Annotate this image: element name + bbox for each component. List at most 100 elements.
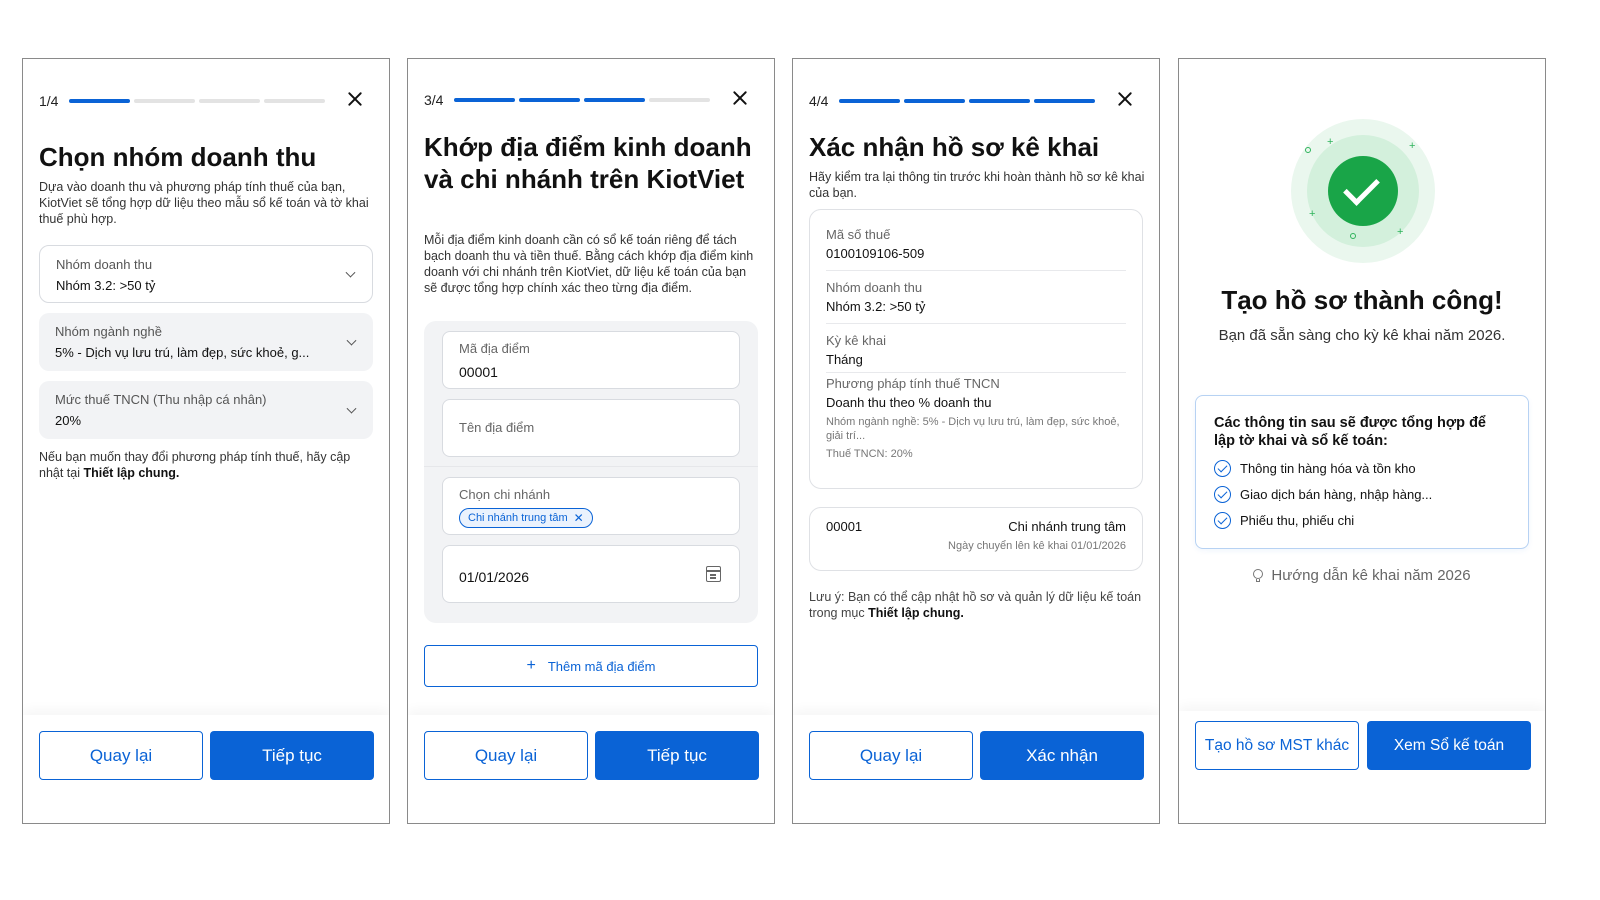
guide-label: Hướng dẫn kê khai năm 2026 — [1271, 567, 1471, 584]
screen-success: + + + + Tạo hồ sơ thành công! Bạn đã sẵn… — [1178, 58, 1546, 824]
row-label: Kỳ kê khai — [826, 333, 886, 348]
checkmark-icon — [1328, 156, 1398, 226]
progress-header: 3/4 — [424, 92, 758, 108]
info-item: Phiếu thu, phiếu chi — [1214, 512, 1510, 529]
field-value: 5% - Dịch vụ lưu trú, làm đẹp, sức khoẻ,… — [55, 345, 310, 360]
progress-bar — [69, 99, 325, 103]
info-item-label: Phiếu thu, phiếu chi — [1240, 513, 1355, 528]
create-other-profile-button[interactable]: Tạo hồ sơ MST khác — [1195, 721, 1359, 770]
row-label: Mã số thuế — [826, 227, 891, 242]
revenue-group-row: Nhóm doanh thu Nhóm 3.2: >50 tỷ — [810, 279, 1142, 317]
row-label: Nhóm doanh thu — [826, 280, 923, 295]
footer-actions: Quay lại Tiếp tục — [408, 715, 774, 823]
progress-bar — [839, 99, 1095, 103]
general-settings-link[interactable]: Thiết lập chung. — [83, 466, 179, 480]
row-value: Tháng — [826, 352, 863, 367]
field-placeholder: Tên địa điểm — [459, 420, 535, 435]
progress-header: 1/4 — [39, 93, 373, 109]
footer-actions: Quay lại Xác nhận — [793, 715, 1159, 823]
info-item: Thông tin hàng hóa và tồn kho — [1214, 460, 1510, 477]
industry-detail: Nhóm ngành nghề: 5% - Dịch vụ lưu trú, l… — [826, 416, 1120, 442]
remove-chip-icon[interactable]: ✕ — [574, 511, 584, 525]
page-title: Khớp địa điểm kinh doanh và chi nhánh tr… — [424, 132, 752, 194]
screen-revenue-group: 1/4 Chọn nhóm doanh thu Dựa vào doanh th… — [22, 58, 390, 824]
profile-summary-card: Mã số thuế 0100109106-509 Nhóm doanh thu… — [809, 209, 1143, 489]
footer-actions: Quay lại Tiếp tục — [23, 715, 389, 823]
field-label: Chọn chi nhánh — [459, 487, 551, 502]
info-item-label: Thông tin hàng hóa và tồn kho — [1240, 461, 1416, 476]
check-circle-icon — [1214, 512, 1231, 529]
lightbulb-icon — [1253, 568, 1264, 583]
info-item: Giao dịch bán hàng, nhập hàng... — [1214, 486, 1510, 503]
tax-detail: Thuế TNCN: 20% — [826, 448, 913, 460]
revenue-group-select[interactable]: Nhóm doanh thu Nhóm 3.2: >50 tỷ — [39, 245, 373, 303]
check-circle-icon — [1214, 460, 1231, 477]
guide-link[interactable]: Hướng dẫn kê khai năm 2026 — [1179, 567, 1545, 584]
step-indicator: 3/4 — [424, 92, 444, 108]
transfer-date: Ngày chuyển lên kê khai 01/01/2026 — [948, 540, 1126, 552]
update-note: Lưu ý: Bạn có thể cập nhật hồ sơ và quản… — [809, 589, 1143, 621]
field-value: 00001 — [459, 364, 498, 380]
chip-label: Chi nhánh trung tâm — [468, 512, 568, 524]
footer-actions: Tạo hồ sơ MST khác Xem Sổ kế toán — [1179, 711, 1545, 823]
tax-method-row: Phương pháp tính thuế TNCN Doanh thu the… — [810, 375, 1142, 461]
field-label: Mã địa điểm — [459, 341, 530, 356]
location-summary-card: 00001 Chi nhánh trung tâm Ngày chuyển lê… — [809, 507, 1143, 571]
page-description: Dựa vào doanh thu và phương pháp tính th… — [39, 180, 369, 226]
row-value: Doanh thu theo % doanh thu — [826, 395, 992, 410]
calendar-icon[interactable] — [706, 566, 721, 582]
page-title: Chọn nhóm doanh thu — [39, 142, 317, 172]
branch-select[interactable]: Chọn chi nhánh Chi nhánh trung tâm ✕ — [442, 477, 740, 535]
add-location-button[interactable]: + Thêm mã địa điểm — [424, 645, 758, 687]
branch-name: Chi nhánh trung tâm — [1008, 519, 1126, 534]
back-button[interactable]: Quay lại — [39, 731, 203, 780]
page-description: Hãy kiểm tra lại thông tin trước khi hoà… — [809, 170, 1145, 200]
close-icon[interactable] — [1115, 89, 1135, 109]
tax-code-row: Mã số thuế 0100109106-509 — [810, 226, 1142, 264]
branch-chip: Chi nhánh trung tâm ✕ — [459, 508, 593, 528]
screen-location-matching: 3/4 Khớp địa điểm kinh doanh và chi nhán… — [407, 58, 775, 824]
continue-button[interactable]: Tiếp tục — [210, 731, 374, 780]
location-name-input[interactable]: Tên địa điểm — [442, 399, 740, 457]
info-heading: Các thông tin sau sẽ được tổng hợp để lậ… — [1214, 415, 1486, 449]
date-input[interactable]: 01/01/2026 — [442, 545, 740, 603]
page-title: Xác nhận hồ sơ kê khai — [809, 132, 1100, 162]
settings-note: Nếu bạn muốn thay đổi phương pháp tính t… — [39, 449, 373, 481]
location-code: 00001 — [826, 519, 863, 534]
continue-button[interactable]: Tiếp tục — [595, 731, 759, 780]
row-value: Nhóm 3.2: >50 tỷ — [826, 299, 926, 314]
aggregation-info-box: Các thông tin sau sẽ được tổng hợp để lậ… — [1195, 395, 1529, 549]
field-label: Mức thuế TNCN (Thu nhập cá nhân) — [55, 392, 267, 407]
step-indicator: 1/4 — [39, 93, 59, 109]
page-description: Mỗi địa điểm kinh doanh cần có sổ kế toá… — [424, 233, 754, 295]
general-settings-link[interactable]: Thiết lập chung. — [868, 606, 964, 620]
progress-bar — [454, 98, 710, 102]
field-value: 01/01/2026 — [459, 569, 530, 585]
back-button[interactable]: Quay lại — [809, 731, 973, 780]
add-location-label: Thêm mã địa điểm — [547, 658, 656, 674]
field-label: Nhóm doanh thu — [56, 257, 153, 272]
screen-confirm-profile: 4/4 Xác nhận hồ sơ kê khai Hãy kiểm tra … — [792, 58, 1160, 824]
plus-icon: + — [526, 657, 536, 674]
back-button[interactable]: Quay lại — [424, 731, 588, 780]
success-title: Tạo hồ sơ thành công! — [1221, 285, 1503, 315]
field-value: 20% — [55, 413, 82, 428]
step-indicator: 4/4 — [809, 93, 829, 109]
divider — [424, 466, 758, 467]
period-row: Kỳ kê khai Tháng — [810, 332, 1142, 370]
info-item-label: Giao dịch bán hàng, nhập hàng... — [1240, 487, 1433, 502]
pit-rate-select[interactable]: Mức thuế TNCN (Thu nhập cá nhân) 20% — [39, 381, 373, 439]
check-circle-icon — [1214, 486, 1231, 503]
row-label: Phương pháp tính thuế TNCN — [826, 376, 1000, 391]
location-code-input[interactable]: Mã địa điểm 00001 — [442, 331, 740, 389]
close-icon[interactable] — [730, 88, 750, 108]
industry-group-select[interactable]: Nhóm ngành nghề 5% - Dịch vụ lưu trú, là… — [39, 313, 373, 371]
field-value: Nhóm 3.2: >50 tỷ — [56, 278, 156, 293]
note-text: Lưu ý: Bạn có thể cập nhật hồ sơ và quản… — [809, 590, 1142, 620]
close-icon[interactable] — [345, 89, 365, 109]
view-ledger-button[interactable]: Xem Sổ kế toán — [1367, 721, 1531, 770]
progress-header: 4/4 — [809, 93, 1143, 109]
success-illustration: + + + + — [1291, 119, 1435, 263]
field-label: Nhóm ngành nghề — [55, 324, 162, 339]
confirm-button[interactable]: Xác nhận — [980, 731, 1144, 780]
